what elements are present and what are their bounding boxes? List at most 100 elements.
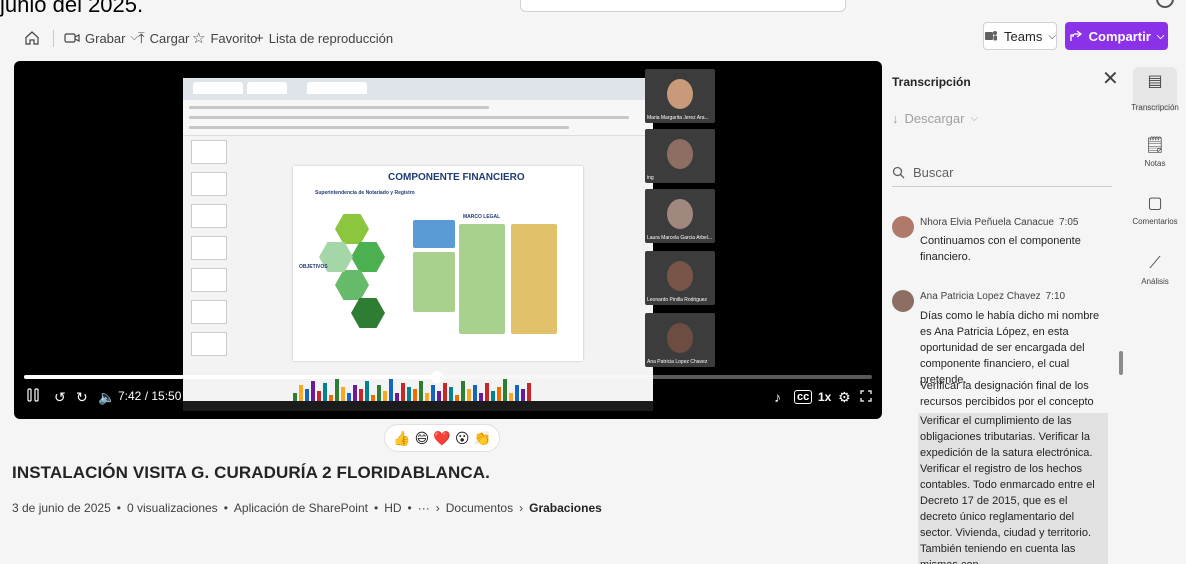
transcript-icon: ▤ xyxy=(1147,73,1163,90)
reactions-bar: 👍 😄 ❤️ 😮 👏 xyxy=(384,424,500,452)
search-icon xyxy=(892,166,905,179)
settings-button[interactable]: ⚙ xyxy=(838,387,851,407)
share-label: Compartir xyxy=(1088,28,1151,44)
transcript-entry: Ana Patricia Lopez Chavez 7:10 Días como … xyxy=(892,290,1114,564)
transcript-panel-title: Transcripción xyxy=(892,75,971,89)
toolbar-divider xyxy=(53,30,54,47)
applause-reaction[interactable]: 👏 xyxy=(474,430,491,447)
time-display: 7:42 / 15:50 xyxy=(118,389,182,403)
browser-tab-bar xyxy=(183,78,653,100)
top-search-box[interactable] xyxy=(520,0,846,12)
view-count: 0 visualizaciones xyxy=(126,501,218,515)
caption-speaker-icon: ♪ xyxy=(774,389,781,405)
progress-fill xyxy=(24,375,437,379)
download-icon: ↓ xyxy=(892,111,899,126)
rail-transcript-button[interactable]: ▤ Transcripción xyxy=(1128,67,1182,112)
transcript-scrollbar[interactable] xyxy=(1119,351,1123,375)
quality-badge: HD xyxy=(384,501,402,515)
transcript-text: Días como le había dicho mi nombre es An… xyxy=(920,310,1100,386)
speaker-name: Nhora Elvia Peñuela Canacue 7:05 xyxy=(920,217,1079,228)
progress-bar[interactable] xyxy=(24,371,872,383)
playlist-label: Lista de reproducción xyxy=(268,30,394,46)
fullscreen-button[interactable] xyxy=(860,387,872,407)
breadcrumb-grabaciones[interactable]: Grabaciones xyxy=(529,501,602,515)
comment-icon: ▢ xyxy=(1147,195,1163,212)
favorite-button[interactable]: ☆ Favorito xyxy=(192,27,257,49)
chevron-right-icon: › xyxy=(435,501,440,515)
page-text-fragment: junio del 2025. xyxy=(0,0,144,17)
volume-button[interactable]: 🔈 xyxy=(98,387,115,407)
transcript-list[interactable]: Nhora Elvia Peñuela Canacue 7:05 Continua… xyxy=(882,211,1124,564)
heart-reaction[interactable]: ❤️ xyxy=(433,430,450,447)
objectives-label: OBJETIVOS xyxy=(299,264,328,270)
presentation-slide: Superintendencia de Notariado y Registro… xyxy=(293,166,583,361)
pause-icon xyxy=(27,388,39,402)
participant-tile: Maria Margarita Jerez Ara... xyxy=(645,69,715,123)
upload-button[interactable]: ⤒ Cargar xyxy=(138,27,189,49)
plus-icon: + xyxy=(255,29,264,47)
share-icon xyxy=(1069,30,1082,41)
participant-tile: Laura Marcela Garcia Arbel... xyxy=(645,189,715,243)
close-icon[interactable]: ✕ xyxy=(1102,69,1119,89)
forward-10-button[interactable]: ↻ xyxy=(76,387,88,407)
teams-label: Teams xyxy=(1004,28,1043,44)
record-label: Grabar xyxy=(85,30,126,46)
os-taskbar xyxy=(183,401,653,411)
playlist-button[interactable]: + Lista de reproducción xyxy=(255,27,393,49)
teams-icon xyxy=(985,31,998,41)
legal-label: MARCO LEGAL xyxy=(463,214,501,220)
pause-button[interactable] xyxy=(26,387,40,407)
star-icon: ☆ xyxy=(192,29,206,47)
rewind-10-button[interactable]: ↺ xyxy=(54,387,66,407)
upload-label: Cargar xyxy=(149,30,190,46)
avatar xyxy=(892,216,914,238)
transcript-search[interactable]: Buscar xyxy=(892,159,1112,187)
source-app: Aplicación de SharePoint xyxy=(233,501,368,515)
search-placeholder: Buscar xyxy=(913,165,954,180)
more-options-button[interactable]: ··· xyxy=(418,501,430,515)
rail-analytics-button[interactable]: ⟋ Análisis xyxy=(1128,255,1182,286)
participant-tile: ing xyxy=(645,129,715,183)
participant-tile: Leonardo Pinilla Rodriguez xyxy=(645,251,715,305)
video-metadata: 3 de junio de 2025 • 0 visualizaciones •… xyxy=(12,501,602,515)
teams-button[interactable]: Teams ⌵ xyxy=(983,22,1057,50)
download-button[interactable]: ↓ Descargar ⌵ xyxy=(892,111,978,126)
chevron-right-icon: › xyxy=(519,501,524,515)
cc-icon: cc xyxy=(794,390,813,404)
app-ribbon xyxy=(183,100,653,136)
progress-handle[interactable] xyxy=(430,371,443,383)
share-button[interactable]: Compartir ⌵ xyxy=(1065,22,1168,50)
upload-icon: ⤒ xyxy=(138,29,145,47)
fullscreen-icon xyxy=(860,390,872,402)
rewind-icon: ↺ xyxy=(54,389,66,405)
rail-notes-label: Notas xyxy=(1144,159,1166,168)
shared-screen: Superintendencia de Notariado y Registro… xyxy=(183,78,653,411)
transcript-text: Continuamos con el componente financiero… xyxy=(920,235,1081,263)
rail-notes-button[interactable]: 🗒 Notas xyxy=(1128,137,1182,168)
download-label: Descargar xyxy=(904,111,965,126)
record-button[interactable]: Grabar ⌵ xyxy=(64,27,138,49)
chevron-down-icon: ⌵ xyxy=(970,113,979,124)
breadcrumb-documentos[interactable]: Documentos xyxy=(446,501,513,515)
favorite-label: Favorito xyxy=(210,30,258,46)
captions-settings-button[interactable]: ♪ xyxy=(774,387,781,407)
participant-tile: Ana Patricia Lopez Chavez xyxy=(645,313,715,367)
chevron-down-icon: ⌵ xyxy=(1048,30,1056,42)
chevron-down-icon: ⌵ xyxy=(1156,30,1165,42)
slide-title: COMPONENTE FINANCIERO xyxy=(388,172,525,183)
forward-icon: ↻ xyxy=(76,389,88,405)
home-button[interactable] xyxy=(24,27,40,49)
video-date: 3 de junio de 2025 xyxy=(12,501,111,515)
laugh-reaction[interactable]: 😄 xyxy=(415,430,430,447)
profile-icon[interactable] xyxy=(1156,0,1174,8)
playback-speed-button[interactable]: 1x xyxy=(818,387,831,407)
captions-button[interactable]: cc xyxy=(794,387,813,407)
rail-analytics-label: Análisis xyxy=(1141,277,1169,286)
surprised-reaction[interactable]: 😮 xyxy=(455,430,470,447)
rail-comments-button[interactable]: ▢ Comentarios xyxy=(1128,195,1182,226)
thumbs-up-reaction[interactable]: 👍 xyxy=(393,430,410,447)
analytics-icon: ⟋ xyxy=(1149,255,1161,272)
rail-comments-label: Comentarios xyxy=(1132,217,1178,226)
video-player[interactable]: Superintendencia de Notariado y Registro… xyxy=(14,61,882,419)
rail-transcript-label: Transcripción xyxy=(1131,103,1179,112)
